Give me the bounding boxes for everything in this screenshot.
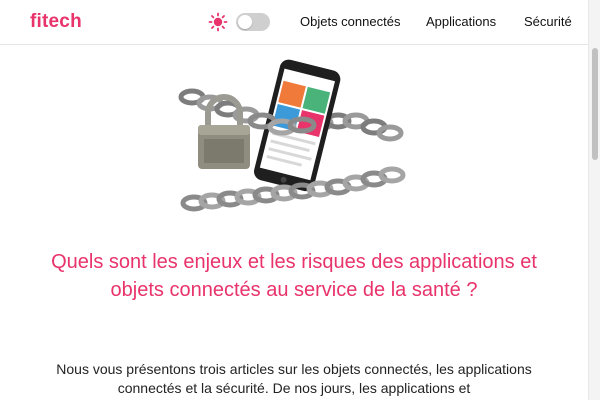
padlock: [198, 94, 250, 169]
dark-mode-toggle[interactable]: [236, 13, 270, 31]
intro-paragraph: Nous vous présentons trois articles sur …: [56, 361, 532, 396]
toggle-knob: [238, 15, 252, 29]
nav-securite[interactable]: Sécurité: [524, 14, 572, 29]
scrollbar-thumb[interactable]: [592, 48, 598, 160]
page: fitech Objets connectés Applications Séc…: [0, 0, 600, 400]
scrollbar[interactable]: [588, 0, 600, 400]
nav-applications[interactable]: Applications: [426, 14, 496, 29]
nav-objets-connectes[interactable]: Objets connectés: [300, 14, 400, 29]
navbar: fitech Objets connectés Applications Séc…: [0, 0, 588, 45]
sun-icon: [208, 12, 228, 32]
hero-image: [178, 59, 406, 212]
brand-logo[interactable]: fitech: [30, 11, 82, 33]
page-headline: Quels sont les enjeux et les risques des…: [51, 251, 537, 301]
